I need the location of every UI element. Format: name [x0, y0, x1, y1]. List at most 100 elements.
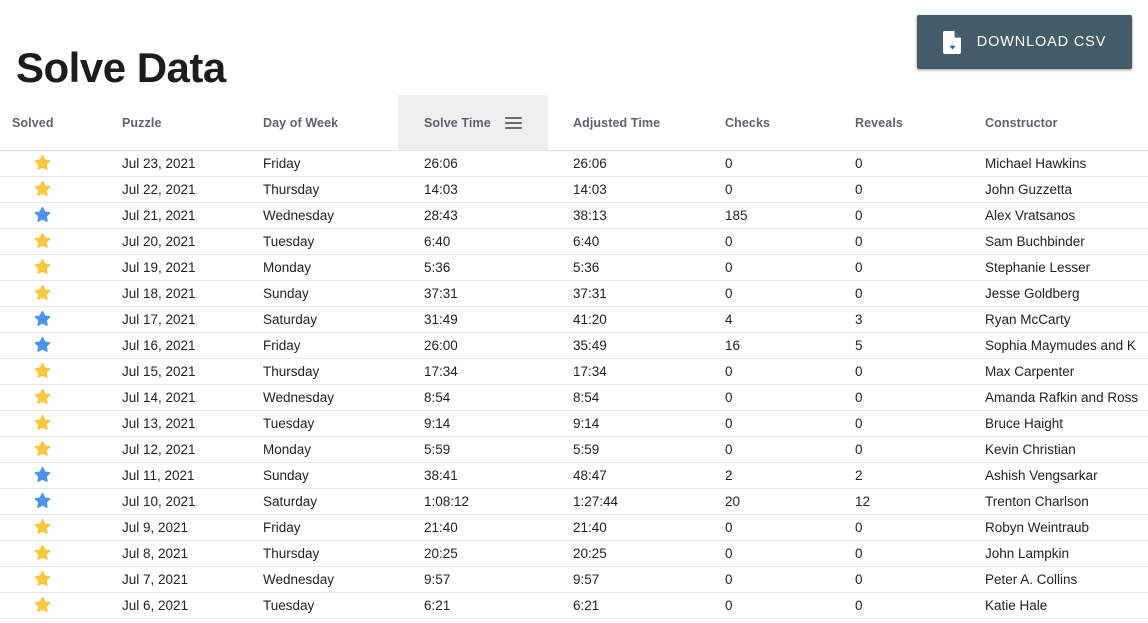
column-header-day-of-week[interactable]: Day of Week	[253, 95, 398, 151]
cell-constructor: Sam Buchbinder	[975, 228, 1148, 255]
cell-checks: 16	[715, 332, 845, 359]
column-header-reveals[interactable]: Reveals	[845, 95, 975, 151]
cell-puzzle: Jul 12, 2021	[110, 436, 253, 463]
download-csv-button[interactable]: DOWNLOAD CSV	[917, 15, 1132, 69]
cell-constructor: John Lampkin	[975, 540, 1148, 567]
solved-star-cell	[0, 150, 110, 177]
cell-solve-time: 6:40	[398, 228, 548, 255]
cell-solve-time: 20:25	[398, 540, 548, 567]
star-icon	[34, 596, 51, 612]
table-header-row: Solved Puzzle Day of Week Solve Time Adj…	[0, 95, 1148, 151]
column-header-adjusted-time[interactable]: Adjusted Time	[548, 95, 715, 151]
column-header-solved[interactable]: Solved	[0, 95, 110, 151]
solved-star-cell	[0, 202, 110, 229]
cell-adjusted-time: 48:47	[548, 462, 715, 489]
cell-solve-time: 6:21	[398, 592, 548, 619]
table-row[interactable]: Jul 8, 2021 Thursday 20:25 20:25 0 0 John Lamp…	[0, 540, 1148, 567]
solved-star-cell	[0, 358, 110, 385]
table-row[interactable]: Jul 15, 2021 Thursday 17:34 17:34 0 0 Max Carp…	[0, 358, 1148, 385]
table-row[interactable]: Jul 19, 2021 Monday 5:36 5:36 0 0 Stephanie Le…	[0, 254, 1148, 281]
solved-star-cell	[0, 514, 110, 541]
column-header-solved-label: Solved	[12, 115, 54, 130]
cell-checks: 0	[715, 514, 845, 541]
table-row[interactable]: Jul 20, 2021 Tuesday 6:40 6:40 0 0 Sam Buchbin…	[0, 228, 1148, 255]
solved-star-cell	[0, 462, 110, 489]
table-row[interactable]: Jul 13, 2021 Tuesday 9:14 9:14 0 0 Bruce Haigh…	[0, 410, 1148, 437]
cell-puzzle: Jul 15, 2021	[110, 358, 253, 385]
cell-day-of-week: Friday	[253, 332, 398, 359]
cell-checks: 0	[715, 436, 845, 463]
solved-star-cell	[0, 280, 110, 307]
table-row[interactable]: Jul 23, 2021 Friday 26:06 26:06 0 0 Michael Ha…	[0, 150, 1148, 177]
column-header-checks[interactable]: Checks	[715, 95, 845, 151]
solved-star-cell	[0, 488, 110, 515]
table-row[interactable]: Jul 5, 2021Monday6:386:3800Peter Gordon	[0, 618, 1148, 623]
column-header-adjusted-time-label: Adjusted Time	[573, 115, 661, 130]
solved-star-cell	[0, 436, 110, 463]
table-row[interactable]: Jul 11, 2021 Sunday 38:41 48:47 2 2 Ashish Ven…	[0, 462, 1148, 489]
cell-checks: 4	[715, 306, 845, 333]
cell-puzzle: Jul 20, 2021	[110, 228, 253, 255]
table-row[interactable]: Jul 12, 2021 Monday 5:59 5:59 0 0 Kevin Christ…	[0, 436, 1148, 463]
solved-star-cell	[0, 566, 110, 593]
table-row[interactable]: Jul 7, 2021 Wednesday 9:57 9:57 0 0 Peter A. C…	[0, 566, 1148, 593]
cell-constructor: Sophia Maymudes and K	[975, 332, 1148, 359]
cell-solve-time: 38:41	[398, 462, 548, 489]
cell-adjusted-time: 35:49	[548, 332, 715, 359]
cell-constructor: Peter Gordon	[975, 618, 1148, 623]
cell-solve-time: 26:00	[398, 332, 548, 359]
cell-constructor: Max Carpenter	[975, 358, 1148, 385]
cell-puzzle: Jul 7, 2021	[110, 566, 253, 593]
table-row[interactable]: Jul 10, 2021 Saturday 1:08:12 1:27:44 20 12 Tr…	[0, 488, 1148, 515]
cell-checks: 0	[715, 384, 845, 411]
page-title: Solve Data	[16, 44, 226, 92]
cell-solve-time: 26:06	[398, 150, 548, 177]
cell-constructor: Stephanie Lesser	[975, 254, 1148, 281]
cell-reveals: 0	[845, 566, 975, 593]
column-header-puzzle-label: Puzzle	[122, 115, 162, 130]
cell-day-of-week: Monday	[253, 436, 398, 463]
hamburger-menu-icon[interactable]	[504, 116, 522, 129]
cell-day-of-week: Thursday	[253, 176, 398, 203]
column-header-constructor[interactable]: Constructor	[975, 95, 1148, 151]
cell-constructor: Ryan McCarty	[975, 306, 1148, 333]
cell-reveals: 0	[845, 176, 975, 203]
table-row[interactable]: Jul 16, 2021 Friday 26:00 35:49 16 5 Sophia Ma…	[0, 332, 1148, 359]
column-header-puzzle[interactable]: Puzzle	[110, 95, 253, 151]
cell-adjusted-time: 9:57	[548, 566, 715, 593]
cell-puzzle: Jul 10, 2021	[110, 488, 253, 515]
column-header-solve-time[interactable]: Solve Time	[398, 95, 548, 151]
star-icon	[34, 180, 51, 196]
table-row[interactable]: Jul 14, 2021 Wednesday 8:54 8:54 0 0 Amanda Ra…	[0, 384, 1148, 411]
star-icon	[34, 544, 51, 560]
table-row[interactable]: Jul 6, 2021 Tuesday 6:21 6:21 0 0 Katie Hale	[0, 592, 1148, 619]
cell-constructor: Jesse Goldberg	[975, 280, 1148, 307]
cell-reveals: 3	[845, 306, 975, 333]
table-row[interactable]: Jul 22, 2021 Thursday 14:03 14:03 0 0 John Guz…	[0, 176, 1148, 203]
cell-reveals: 0	[845, 384, 975, 411]
cell-checks: 0	[715, 410, 845, 437]
table-row[interactable]: Jul 17, 2021 Saturday 31:49 41:20 4 3 Ryan McC…	[0, 306, 1148, 333]
cell-puzzle: Jul 22, 2021	[110, 176, 253, 203]
cell-day-of-week: Tuesday	[253, 410, 398, 437]
solved-star-cell	[0, 228, 110, 255]
cell-reveals: 0	[845, 540, 975, 567]
cell-solve-time: 5:59	[398, 436, 548, 463]
solved-star-cell	[0, 306, 110, 333]
table-row[interactable]: Jul 21, 2021 Wednesday 28:43 38:13 185 0 Alex …	[0, 202, 1148, 229]
table-row[interactable]: Jul 9, 2021 Friday 21:40 21:40 0 0 Robyn Weint…	[0, 514, 1148, 541]
cell-day-of-week: Monday	[253, 618, 398, 623]
cell-checks: 0	[715, 176, 845, 203]
cell-day-of-week: Tuesday	[253, 592, 398, 619]
cell-reveals: 5	[845, 332, 975, 359]
table-row[interactable]: Jul 18, 2021 Sunday 37:31 37:31 0 0 Jesse Gold…	[0, 280, 1148, 307]
cell-constructor: Robyn Weintraub	[975, 514, 1148, 541]
solved-star-cell	[0, 410, 110, 437]
cell-constructor: Michael Hawkins	[975, 150, 1148, 177]
star-icon	[34, 570, 51, 586]
solved-star-cell	[0, 592, 110, 619]
cell-reveals: 0	[845, 228, 975, 255]
column-header-day-of-week-label: Day of Week	[263, 115, 339, 130]
cell-checks: 0	[715, 150, 845, 177]
column-header-solve-time-label: Solve Time	[424, 115, 491, 130]
